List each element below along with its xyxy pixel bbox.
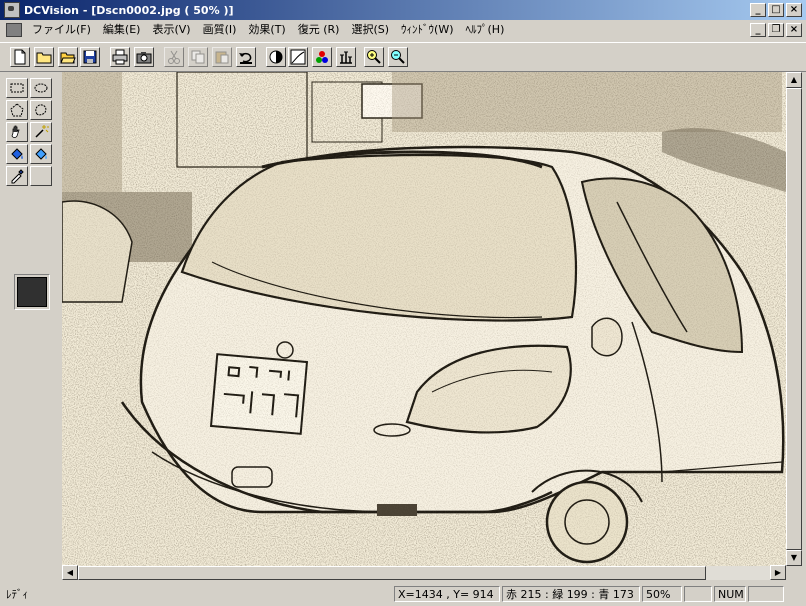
status-empty-2 [748,586,784,602]
title-bar[interactable]: DCVision - [Dscn0002.jpg ( 50% )] _ □ × [0,0,806,20]
scroll-up-button[interactable]: ▲ [786,72,802,88]
status-coords: X=1434 , Y= 914 [394,586,500,602]
rgb-icon [316,51,328,63]
menu-restore[interactable]: 復元 (R) [292,21,346,39]
rect-select-icon [10,83,24,93]
levels-icon [340,51,352,64]
hand-icon [11,125,20,138]
menu-help[interactable]: ﾍﾙﾌﾟ(H) [460,21,511,39]
camera-button[interactable] [134,47,154,67]
undo-icon [239,52,252,64]
paste-button[interactable] [212,47,232,67]
mdi-restore-button[interactable]: ❐ [768,23,784,37]
cut-button[interactable] [164,47,184,67]
maximize-button[interactable]: □ [768,3,784,17]
scroll-corner [786,566,802,580]
magic-wand-icon [35,125,49,138]
lasso-icon [35,104,47,116]
ellipse-select-icon [34,83,48,93]
status-ready: ﾚﾃﾞｨ [6,588,28,601]
new-button[interactable] [10,47,30,67]
lasso-tool[interactable] [30,100,52,120]
save-icon [83,50,97,64]
status-empty-1 [684,586,712,602]
toolbar [0,42,806,72]
camera-icon [136,52,152,64]
hand-tool[interactable] [6,122,28,142]
fill-cyan-icon [35,148,47,160]
rgb-button[interactable] [312,47,332,67]
zoom-in-button[interactable] [364,47,384,67]
cut-icon [168,50,180,64]
vertical-scroll-thumb[interactable] [786,88,802,550]
window-title: DCVision - [Dscn0002.jpg ( 50% )] [24,3,234,17]
scroll-right-button[interactable]: ▶ [770,565,786,580]
app-camera-icon[interactable] [4,2,20,18]
print-icon [112,49,128,65]
contrast-icon [269,50,283,64]
vertical-scrollbar[interactable]: ▲ ▼ [786,72,802,580]
fill-blue-tool[interactable] [6,144,28,164]
magic-wand-tool[interactable] [30,122,52,142]
status-rgb: 赤 215 : 緑 199 : 青 173 [502,586,640,602]
zoom-out-button[interactable] [388,47,408,67]
empty-tool-slot [30,166,52,186]
copy-icon [191,50,205,64]
foreground-color-well[interactable] [14,274,50,310]
scroll-down-button[interactable]: ▼ [786,550,802,566]
eyedropper-tool[interactable] [6,166,28,186]
open-folder-icon [60,52,76,64]
ellipse-select-tool[interactable] [30,78,52,98]
menu-bar: ファイル(F) 編集(E) 表示(V) 画質(I) 効果(T) 復元 (R) 選… [0,20,806,40]
eyedropper-icon [11,169,24,184]
image-sketch [62,72,786,566]
menu-select[interactable]: 選択(S) [345,21,395,39]
minimize-button[interactable]: _ [750,3,766,17]
rect-select-tool[interactable] [6,78,28,98]
open-folder-button[interactable] [58,47,78,67]
menu-file[interactable]: ファイル(F) [26,21,97,39]
fill-cyan-tool[interactable] [30,144,52,164]
print-button[interactable] [110,47,130,67]
image-canvas[interactable] [62,72,786,566]
mdi-close-button[interactable]: × [786,23,802,37]
new-icon [14,49,26,65]
contrast-button[interactable] [266,47,286,67]
mdi-minimize-button[interactable]: _ [750,23,766,37]
curve-icon [290,49,306,65]
menu-edit[interactable]: 編集(E) [97,21,147,39]
menu-effects[interactable]: 効果(T) [242,21,291,39]
horizontal-scroll-thumb[interactable] [78,566,706,580]
menu-view[interactable]: 表示(V) [146,21,196,39]
curve-button[interactable] [288,47,308,67]
close-button[interactable]: × [786,3,802,17]
menu-window[interactable]: ｳｨﾝﾄﾞｳ(W) [395,21,459,39]
undo-button[interactable] [236,47,256,67]
scroll-left-button[interactable]: ◀ [62,565,78,580]
horizontal-scrollbar[interactable]: ◀ ▶ [62,565,786,580]
polygon-select-icon [10,103,24,117]
paste-icon [215,51,229,64]
levels-button[interactable] [336,47,356,67]
tool-panel [4,76,58,564]
save-button[interactable] [80,47,100,67]
zoom-in-icon [367,50,381,64]
status-num: NUM [714,586,746,602]
document-icon[interactable] [6,23,22,37]
open-button[interactable] [34,47,54,67]
open-icon [36,52,52,64]
status-zoom: 50% [642,586,682,602]
zoom-out-icon [391,50,405,64]
copy-button[interactable] [188,47,208,67]
polygon-select-tool[interactable] [6,100,28,120]
menu-image[interactable]: 画質(I) [197,21,243,39]
foreground-color-swatch [17,277,47,307]
fill-blue-icon [11,148,23,160]
status-bar: ﾚﾃﾞｨ X=1434 , Y= 914 赤 215 : 緑 199 : 青 1… [0,584,806,604]
